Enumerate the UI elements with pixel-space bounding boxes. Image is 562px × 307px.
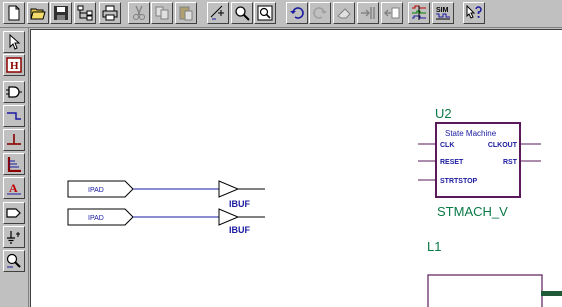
select-tool-button[interactable] [3,31,25,53]
component-gate-icon [6,86,22,98]
push-into-icon [361,7,375,19]
io-marker-icon [6,208,21,218]
ipad-label: IPAD [88,187,104,194]
pin-label: RST [503,159,518,166]
schematic-canvas[interactable]: IPAD IBUF IPAD IBUF U2 State Machine CLK… [30,29,562,307]
print-button[interactable] [99,2,121,24]
pin-label: RESET [440,159,464,166]
logic-analyzer-icon [412,5,426,20]
push-into-button[interactable] [357,2,379,24]
new-file-icon [8,5,20,21]
help-button[interactable] [463,2,485,24]
bus-pin [541,291,562,296]
open-file-button[interactable] [27,2,49,24]
zoom-area-button[interactable] [207,2,229,24]
pop-out-icon [384,7,400,19]
svg-text:A: A [9,181,18,195]
svg-text:SIM: SIM [436,7,449,14]
undo-button[interactable] [286,2,308,24]
simulator-button[interactable]: SIM [432,2,454,24]
logic-analyzer-button[interactable] [408,2,430,24]
power-ground-button[interactable] [3,226,25,248]
help-cursor-icon [466,5,482,19]
drawing-toolbar: H A [0,28,29,307]
wire-button[interactable] [3,105,25,127]
copy-button[interactable] [151,2,173,24]
hierarchy-icon [77,5,93,21]
ipad-symbol[interactable]: IPAD [67,180,134,198]
component-ref: L1 [427,239,441,254]
hierarchy-button[interactable] [74,2,96,24]
bus-button[interactable] [3,153,25,175]
simulator-icon: SIM [436,7,450,20]
component-ref: U2 [435,106,452,121]
component-button[interactable] [3,81,25,103]
zoom-button[interactable] [231,2,253,24]
wire-icon [7,112,21,120]
query-button[interactable] [3,250,25,272]
hierarchy-symbol-button[interactable]: H [3,54,25,76]
svg-text:H: H [10,60,19,72]
query-icon [6,253,21,268]
text-button[interactable]: A [3,177,25,199]
open-folder-icon [30,8,46,20]
paste-icon [179,6,193,21]
zoom-icon [235,6,250,21]
save-disk-icon [54,6,68,20]
io-marker-button[interactable] [3,202,25,224]
schematic-drawing: IPAD IBUF IPAD IBUF U2 State Machine CLK… [67,106,562,307]
component-title: State Machine [445,129,497,138]
copy-icon [155,6,169,20]
ibuf-label: IBUF [229,199,250,209]
state-machine-symbol[interactable]: U2 State Machine CLK RESET STRTSTOP CLKO… [418,106,541,219]
redo-icon [313,7,327,19]
select-arrow-icon [9,34,21,50]
ipad-label: IPAD [88,215,104,222]
redo-button[interactable] [309,2,331,24]
paste-button[interactable] [175,2,197,24]
cut-button[interactable] [128,2,150,24]
zoom-fit-icon [257,5,273,21]
zoom-fit-button[interactable] [254,2,276,24]
hierarchy-symbol-icon: H [6,57,22,73]
new-file-button[interactable] [3,2,25,24]
net-label-button[interactable] [3,129,25,151]
net-label-icon [7,134,21,145]
pin-label: CLK [440,142,454,149]
zoom-area-icon [210,5,224,20]
eraser-icon [337,8,351,19]
pin-label: STRTSTOP [440,178,478,185]
pop-out-button[interactable] [381,2,403,24]
pin-label: CLKOUT [488,142,518,149]
save-button[interactable] [50,2,72,24]
ipad-symbol[interactable]: IPAD [67,208,134,226]
undo-icon [290,7,304,19]
cut-icon [133,5,145,20]
l1-symbol[interactable]: L1 [427,239,562,307]
ibuf-symbol[interactable]: IBUF [218,208,265,235]
print-icon [102,5,118,21]
main-toolbar: SIM [0,0,562,28]
power-ground-icon [7,231,20,244]
ibuf-symbol[interactable]: IBUF [218,180,265,209]
text-icon: A [7,181,21,195]
bus-icon [7,157,21,172]
eraser-button[interactable] [333,2,355,24]
ibuf-label: IBUF [229,225,250,235]
component-name: STMACH_V [437,204,508,219]
